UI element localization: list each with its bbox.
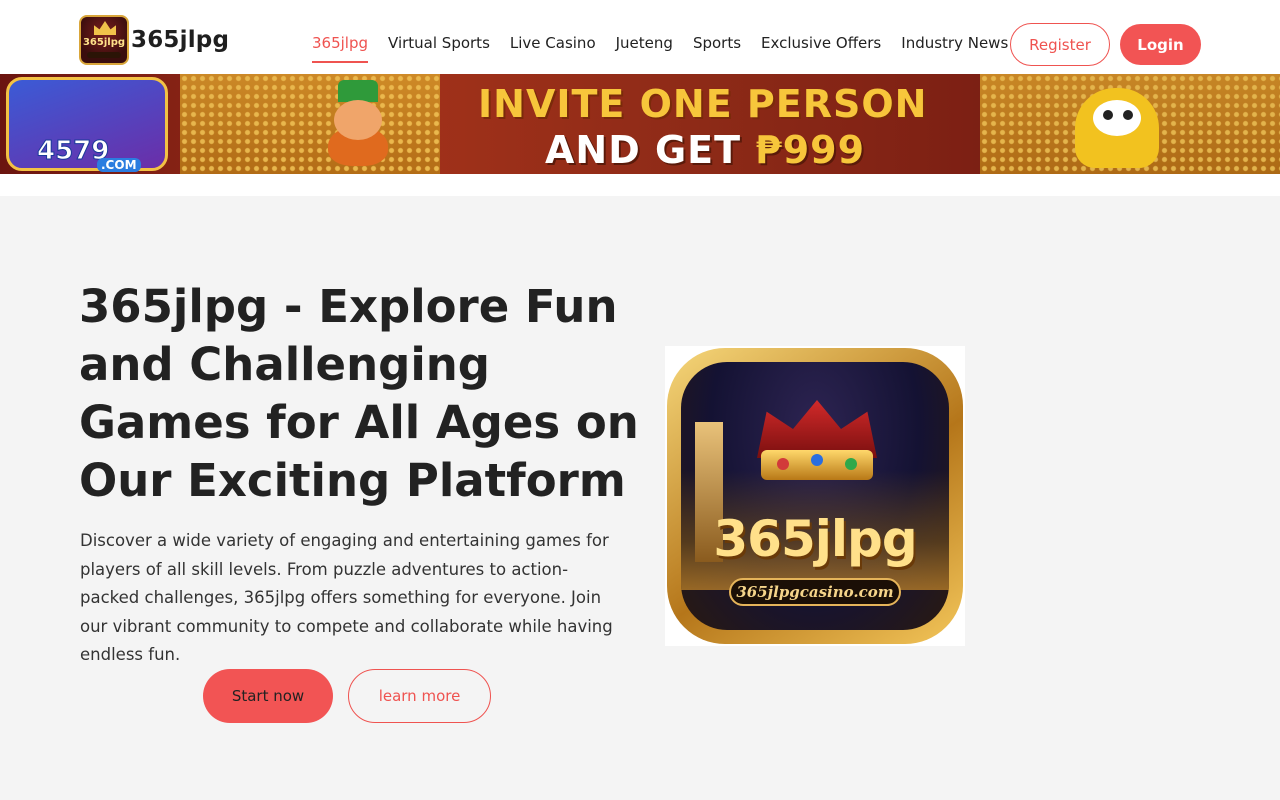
logo-badge-text: 365jlpg — [82, 37, 126, 48]
main-nav: 365jlpg Virtual Sports Live Casino Juete… — [312, 34, 1028, 63]
hero-description: Discover a wide variety of engaging and … — [80, 531, 613, 664]
banner-spacer — [0, 174, 1280, 196]
nav-item-home[interactable]: 365jlpg — [312, 34, 369, 63]
banner-brand-tile: 4579 .COM — [6, 77, 168, 172]
nav-item-sports[interactable]: Sports — [693, 34, 741, 63]
register-button[interactable]: Register — [1010, 23, 1110, 66]
site-logo[interactable]: 365jlpg 365jlpg — [79, 15, 229, 65]
panda-mascot-icon — [1045, 78, 1185, 170]
logo-badge-ribbon — [87, 52, 121, 58]
login-button[interactable]: Login — [1120, 24, 1201, 65]
banner-subheadline: AND GET ₱999 — [545, 128, 865, 172]
start-now-button[interactable]: Start now — [203, 669, 333, 723]
app-brand-text: 365jlpg — [713, 510, 917, 568]
logo-badge-icon: 365jlpg — [79, 15, 129, 65]
banner-subheadline-prefix: AND GET — [545, 128, 756, 172]
nav-item-industry-news[interactable]: Industry News — [901, 34, 1008, 63]
leprechaun-mascot-icon — [300, 78, 420, 170]
hero-title: 365jlpg - Explore Fun and Challenging Ga… — [79, 280, 639, 507]
app-logo-image: 365jlpg 365jlpgcasino.com — [665, 346, 965, 646]
site-header: 365jlpg 365jlpg 365jlpg Virtual Sports L… — [0, 0, 1280, 74]
site-name: 365jlpg — [131, 27, 230, 53]
promo-banner[interactable]: 4579 .COM INVITE ONE PERSON AND GET ₱999 — [0, 74, 1280, 174]
nav-item-virtual-sports[interactable]: Virtual Sports — [388, 34, 490, 63]
nav-item-exclusive-offers[interactable]: Exclusive Offers — [761, 34, 881, 63]
banner-reward-amount: ₱999 — [755, 128, 866, 172]
app-domain-text: 365jlpgcasino.com — [729, 578, 901, 606]
nav-item-jueteng[interactable]: Jueteng — [616, 34, 673, 63]
crown-icon — [94, 21, 116, 35]
nav-item-live-casino[interactable]: Live Casino — [510, 34, 596, 63]
app-logo-frame: 365jlpg 365jlpgcasino.com — [667, 348, 963, 644]
crown-icon — [753, 392, 881, 492]
app-logo-background: 365jlpg 365jlpgcasino.com — [681, 362, 949, 630]
learn-more-button[interactable]: learn more — [348, 669, 491, 723]
banner-headline: INVITE ONE PERSON — [478, 82, 928, 126]
banner-brand-domain: .COM — [97, 158, 141, 172]
